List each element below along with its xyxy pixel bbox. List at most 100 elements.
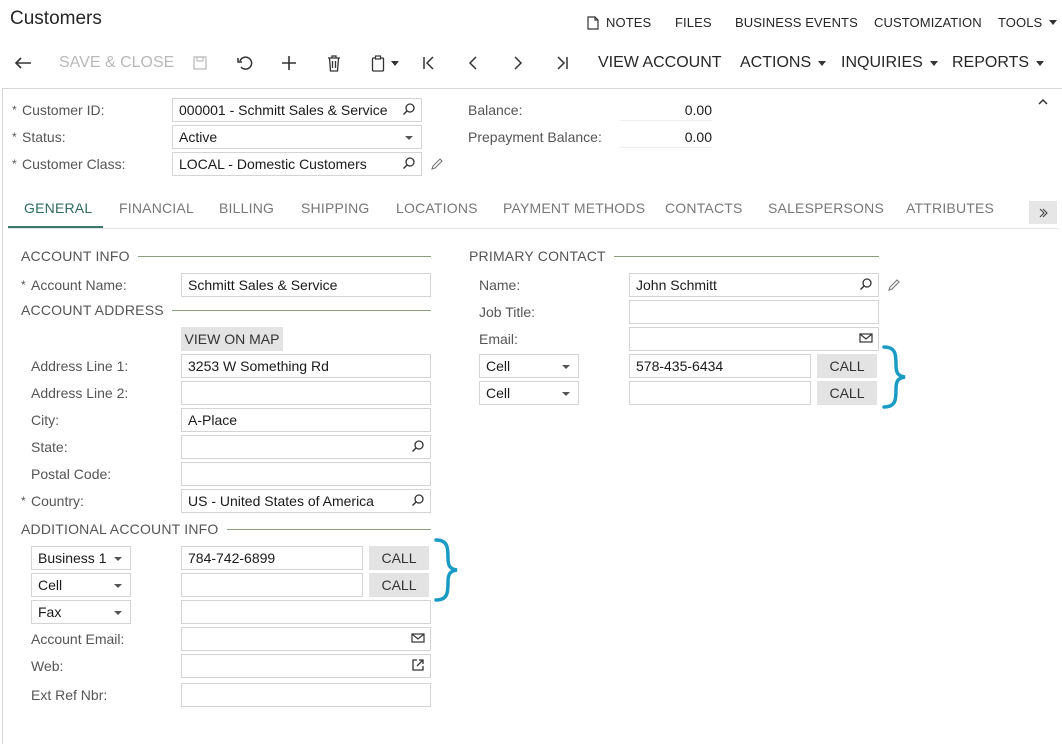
- chevron-right-icon: [514, 56, 523, 70]
- collapse-button[interactable]: [1037, 94, 1049, 110]
- last-record-button[interactable]: [554, 52, 570, 74]
- fax-type-value: Fax: [38, 604, 62, 620]
- contact-phone-2-type-select[interactable]: Cell: [479, 381, 579, 405]
- call-contact-phone-1-button[interactable]: CALL: [817, 354, 877, 378]
- customer-class-label: Customer Class:: [12, 156, 126, 172]
- business-events-link[interactable]: BUSINESS EVENTS: [735, 15, 858, 30]
- account-name-field[interactable]: Schmitt Sales & Service: [181, 273, 431, 297]
- customer-id-field[interactable]: 000001 - Schmitt Sales & Service: [172, 98, 422, 122]
- call-contact-phone-2-button[interactable]: CALL: [817, 381, 877, 405]
- web-field[interactable]: [181, 654, 431, 678]
- city-field[interactable]: A-Place: [181, 408, 431, 432]
- customer-id-label: Customer ID:: [12, 102, 105, 118]
- contact-phone-1-field[interactable]: 578-435-6434: [629, 354, 811, 378]
- tab-general[interactable]: GENERAL: [24, 200, 92, 216]
- notes-link[interactable]: NOTES: [587, 15, 651, 30]
- tab-locations[interactable]: LOCATIONS: [396, 200, 478, 216]
- contact-name-field[interactable]: John Schmitt: [629, 273, 879, 297]
- notes-label: NOTES: [606, 15, 652, 30]
- save-close-button[interactable]: SAVE & CLOSE: [59, 52, 174, 74]
- clipboard-icon: [371, 54, 385, 72]
- account-email-field[interactable]: [181, 627, 431, 651]
- balance-value: 0.00: [620, 99, 712, 121]
- edit-contact-button[interactable]: [887, 278, 901, 295]
- first-record-button[interactable]: [421, 52, 437, 74]
- section-title: PRIMARY CONTACT: [469, 248, 606, 264]
- tab-payment-methods[interactable]: PAYMENT METHODS: [503, 200, 645, 216]
- phone-2-type-select[interactable]: Cell: [31, 573, 131, 597]
- tab-contacts[interactable]: CONTACTS: [665, 200, 743, 216]
- chevron-down-icon: [929, 60, 938, 66]
- tab-financial[interactable]: FINANCIAL: [119, 200, 194, 216]
- additional-account-info-section: ADDITIONAL ACCOUNT INFO: [21, 521, 431, 537]
- status-select[interactable]: Active: [172, 125, 422, 149]
- files-link[interactable]: FILES: [675, 15, 712, 30]
- job-title-field[interactable]: [629, 300, 879, 324]
- reports-menu[interactable]: REPORTS: [952, 52, 1045, 74]
- search-icon[interactable]: [402, 156, 416, 170]
- actions-menu[interactable]: ACTIONS: [740, 52, 827, 74]
- external-link-icon[interactable]: [411, 658, 425, 672]
- address-line-1-label: Address Line 1:: [31, 358, 129, 374]
- contact-name-value: John Schmitt: [636, 277, 717, 293]
- tab-attributes[interactable]: ATTRIBUTES: [906, 200, 994, 216]
- search-icon[interactable]: [859, 277, 873, 291]
- state-field[interactable]: [181, 435, 431, 459]
- fax-field[interactable]: [181, 600, 431, 624]
- add-button[interactable]: [281, 52, 297, 74]
- contact-phone-2-field[interactable]: [629, 381, 811, 405]
- edit-class-button[interactable]: [430, 157, 444, 174]
- view-on-map-button[interactable]: VIEW ON MAP: [181, 327, 283, 351]
- inquiries-menu[interactable]: INQUIRIES: [841, 52, 938, 74]
- tab-shipping[interactable]: SHIPPING: [301, 200, 370, 216]
- tools-menu[interactable]: TOOLS: [998, 15, 1058, 30]
- save-button[interactable]: [192, 52, 208, 74]
- previous-record-button[interactable]: [466, 52, 480, 74]
- call-phone-1-button[interactable]: CALL: [369, 546, 429, 570]
- fax-type-select[interactable]: Fax: [31, 600, 131, 624]
- country-field[interactable]: US - United States of America: [181, 489, 431, 513]
- account-name-label: Account Name:: [21, 277, 127, 293]
- state-label: State:: [31, 439, 68, 455]
- contact-email-field[interactable]: [629, 327, 879, 351]
- search-icon[interactable]: [411, 493, 425, 507]
- view-account-button[interactable]: VIEW ACCOUNT: [598, 52, 722, 74]
- phone-1-field[interactable]: 784-742-6899: [181, 546, 363, 570]
- address-line-1-field[interactable]: 3253 W Something Rd: [181, 354, 431, 378]
- contact-phone-1-type-select[interactable]: Cell: [479, 354, 579, 378]
- mail-icon[interactable]: [859, 331, 873, 345]
- clipboard-menu[interactable]: [370, 52, 399, 74]
- undo-icon: [237, 56, 253, 70]
- phone-2-field[interactable]: [181, 573, 363, 597]
- customer-class-field[interactable]: LOCAL - Domestic Customers: [172, 152, 422, 176]
- status-label: Status:: [12, 129, 66, 145]
- chevron-down-icon: [114, 611, 122, 615]
- phone-type-value: Cell: [38, 577, 63, 593]
- brace-annotation-icon: [434, 538, 458, 602]
- search-icon[interactable]: [402, 102, 416, 116]
- address-line-2-field[interactable]: [181, 381, 431, 405]
- country-label: Country:: [21, 493, 84, 509]
- delete-button[interactable]: [326, 52, 342, 74]
- web-label: Web:: [31, 658, 64, 674]
- chevron-down-icon: [114, 557, 122, 561]
- phone-1-type-select[interactable]: Business 1: [31, 546, 131, 570]
- customization-link[interactable]: CUSTOMIZATION: [874, 15, 982, 30]
- phone-type-value: Cell: [486, 358, 511, 374]
- postal-code-field[interactable]: [181, 462, 431, 486]
- job-title-label: Job Title:: [479, 304, 536, 320]
- ext-ref-nbr-field[interactable]: [181, 683, 431, 707]
- call-phone-2-button[interactable]: CALL: [369, 573, 429, 597]
- next-record-button[interactable]: [511, 52, 525, 74]
- undo-button[interactable]: [236, 52, 254, 74]
- search-icon[interactable]: [411, 439, 425, 453]
- tab-scroll-right-button[interactable]: [1029, 201, 1057, 224]
- tools-label: TOOLS: [998, 15, 1043, 30]
- back-button[interactable]: [13, 52, 33, 74]
- pencil-icon: [888, 279, 900, 291]
- tab-billing[interactable]: BILLING: [219, 200, 274, 216]
- tab-salespersons[interactable]: SALESPERSONS: [768, 200, 884, 216]
- mail-icon[interactable]: [411, 631, 425, 645]
- first-icon: [423, 56, 434, 70]
- section-title: ACCOUNT INFO: [21, 248, 130, 264]
